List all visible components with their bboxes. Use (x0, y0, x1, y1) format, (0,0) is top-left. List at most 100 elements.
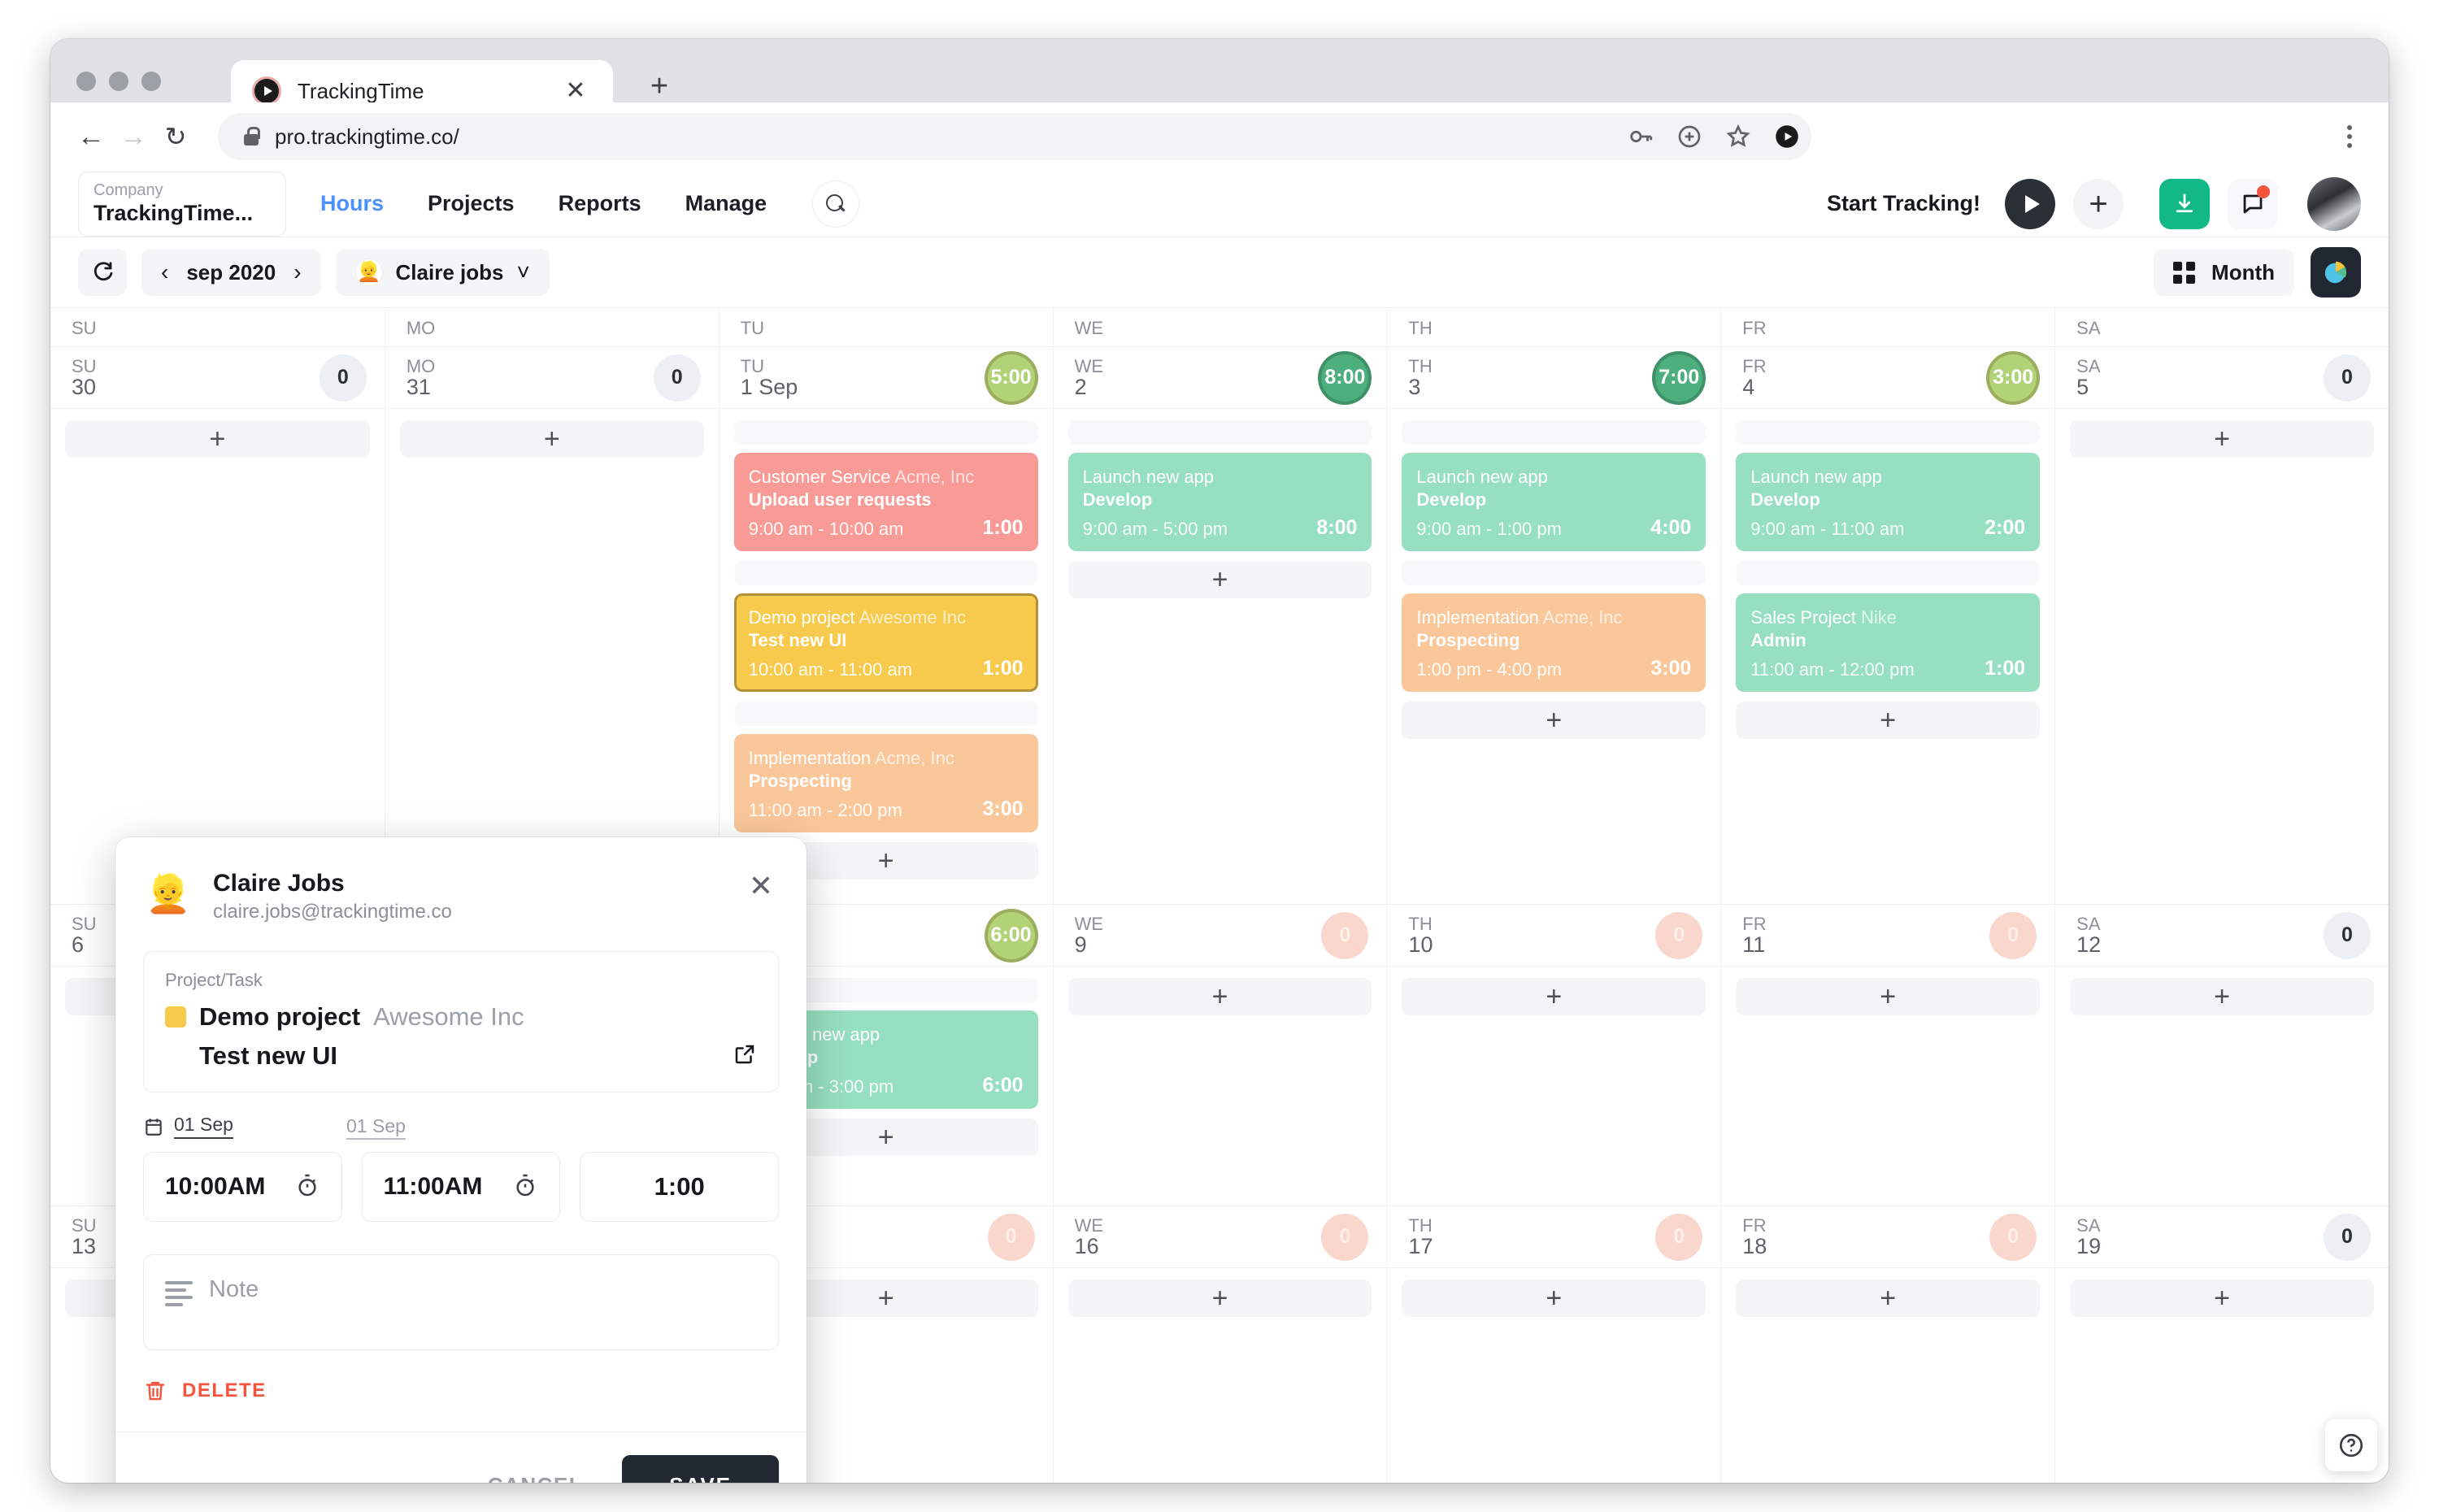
add-entry-button[interactable]: + (65, 420, 370, 458)
add-entry-button[interactable]: + (399, 420, 704, 458)
window-minimize-button[interactable] (109, 72, 128, 91)
save-button[interactable]: SAVE (622, 1455, 779, 1483)
forward-icon[interactable]: → (112, 115, 154, 158)
add-icon[interactable]: + (2073, 178, 2124, 229)
day-number: 5 (2076, 374, 2089, 399)
project-task-selector[interactable]: Project/Task Demo project Awesome Inc Te… (143, 951, 779, 1093)
add-entry-slot[interactable] (733, 702, 1038, 726)
add-entry-slot[interactable] (1067, 420, 1372, 445)
close-icon[interactable]: ✕ (563, 78, 589, 104)
time-entry[interactable]: Launch new app Develop 9:00 am - 11:00 am 2… (1736, 453, 2041, 551)
add-entry-button[interactable]: + (1067, 561, 1372, 598)
play-icon[interactable] (2005, 178, 2055, 229)
calendar-day-cell[interactable]: FR 4 3:00 Launch new app Develop 9:00 am - 11… (1720, 347, 2055, 904)
stopwatch-icon[interactable] (512, 1172, 538, 1202)
import-icon[interactable] (2159, 178, 2210, 229)
add-entry-button[interactable]: + (2070, 1280, 2374, 1317)
add-entry-slot[interactable] (733, 420, 1038, 445)
calendar-day-cell[interactable]: MO 31 0 + (384, 347, 719, 904)
extension-play-icon[interactable] (1763, 113, 1811, 160)
note-input[interactable]: Note (143, 1254, 779, 1350)
calendar-day-cell[interactable]: SA 12 0 + (2054, 905, 2389, 1206)
calendar-day-cell[interactable]: TH 17 0 + (1386, 1206, 1721, 1483)
add-entry-button[interactable]: + (1402, 702, 1706, 739)
duration-input[interactable]: 1:00 (580, 1152, 780, 1222)
reload-icon[interactable]: ↻ (154, 115, 197, 158)
pie-chart-button[interactable] (2311, 247, 2361, 298)
time-entry[interactable]: Launch new app Develop 9:00 am - 1:00 pm 4:… (1402, 453, 1706, 551)
key-icon[interactable] (1616, 113, 1665, 160)
chevron-left-icon[interactable]: ‹ (161, 261, 168, 284)
time-entry[interactable]: Implementation Acme, Inc Prospecting 1:00 … (1402, 593, 1706, 692)
address-bar[interactable]: pro.trackingtime.co/ (218, 113, 1811, 160)
add-entry-slot[interactable] (1736, 420, 2041, 445)
zoom-icon[interactable] (1665, 113, 1714, 160)
end-date-value: 01 Sep (346, 1115, 406, 1140)
calendar-day-cell[interactable]: WE 16 0 + (1052, 1206, 1387, 1483)
add-entry-slot[interactable] (1402, 561, 1706, 585)
avatar[interactable] (2307, 176, 2361, 231)
search-button[interactable] (812, 180, 860, 228)
add-entry-button[interactable]: + (1736, 1280, 2041, 1317)
add-entry-slot[interactable] (1736, 561, 2041, 585)
chevron-right-icon[interactable]: › (293, 261, 301, 284)
stopwatch-icon[interactable] (294, 1172, 320, 1202)
start-time-value: 10:00AM (165, 1173, 266, 1200)
add-entry-slot[interactable] (733, 561, 1038, 585)
help-button[interactable] (2325, 1419, 2377, 1471)
bookmark-star-icon[interactable] (1714, 113, 1763, 160)
end-time-input[interactable]: 11:00AM (361, 1152, 561, 1222)
entry-duration: 6:00 (982, 1074, 1024, 1097)
delete-entry-button[interactable]: DELETE (115, 1350, 806, 1432)
add-entry-button[interactable]: + (1736, 702, 2041, 739)
nav-item-projects[interactable]: Projects (428, 191, 515, 216)
add-entry-button[interactable]: + (1736, 978, 2041, 1015)
nav-item-hours[interactable]: Hours (320, 191, 384, 216)
time-entry[interactable]: Sales Project Nike Admin 11:00 am - 12:00 … (1736, 593, 2041, 692)
nav-item-reports[interactable]: Reports (559, 191, 641, 216)
start-time-input[interactable]: 10:00AM (143, 1152, 342, 1222)
entry-project: Implementation Acme, Inc (748, 748, 954, 768)
time-entry[interactable]: Demo project Awesome Inc Test new UI 10:00… (733, 593, 1038, 692)
calendar-day-cell[interactable]: TU 1 Sep 5:00 Customer Service Acme, Inc Upl… (718, 347, 1053, 904)
add-entry-button[interactable]: + (1402, 978, 1706, 1015)
start-date-picker[interactable]: 01 Sep (143, 1114, 346, 1139)
chevron-down-icon[interactable]: ˅ (516, 261, 529, 284)
date-navigator[interactable]: ‹ sep 2020 › (141, 249, 321, 296)
add-entry-button[interactable]: + (1402, 1280, 1706, 1317)
end-date-picker[interactable]: 01 Sep (346, 1115, 406, 1140)
calendar-day-cell[interactable]: FR 11 0 + (1720, 905, 2055, 1206)
add-entry-button[interactable]: + (1067, 978, 1372, 1015)
close-icon[interactable]: ✕ (743, 868, 779, 904)
calendar-day-cell[interactable]: TH 3 7:00 Launch new app Develop 9:00 am - 1:… (1386, 347, 1721, 904)
add-entry-slot[interactable] (1402, 420, 1706, 445)
calendar-day-cell[interactable]: TH 10 0 + (1386, 905, 1721, 1206)
add-entry-button[interactable]: + (2070, 978, 2374, 1015)
open-external-icon[interactable] (733, 1042, 757, 1071)
back-icon[interactable]: ← (70, 115, 112, 158)
day-body: + (1054, 1268, 1387, 1341)
time-entry[interactable]: Launch new app Develop 9:00 am - 5:00 pm 8:… (1067, 453, 1372, 551)
calendar-day-cell[interactable]: SA 5 0 + (2054, 347, 2389, 904)
browser-menu-icon[interactable] (2332, 119, 2367, 154)
company-selector[interactable]: Company TrackingTime... (78, 171, 286, 237)
window-close-button[interactable] (76, 72, 96, 91)
calendar-day-cell[interactable]: WE 9 0 + (1052, 905, 1387, 1206)
time-entry[interactable]: Implementation Acme, Inc Prospecting 11:00… (733, 734, 1038, 832)
time-entry[interactable]: Customer Service Acme, Inc Upload user re… (733, 453, 1038, 551)
calendar-day-cell[interactable]: SU 30 0 + (50, 347, 385, 904)
refresh-button[interactable] (78, 249, 127, 296)
nav-item-manage[interactable]: Manage (685, 191, 767, 216)
cancel-button[interactable]: CANCEL (473, 1465, 598, 1483)
window-maximize-button[interactable] (141, 72, 161, 91)
calendar-day-cell[interactable]: FR 18 0 + (1720, 1206, 2055, 1483)
calendar-day-cell[interactable]: WE 2 8:00 Launch new app Develop 9:00 am - 5:… (1052, 347, 1387, 904)
add-entry-button[interactable]: + (2070, 420, 2374, 458)
day-dow: WE (1074, 913, 1104, 934)
new-tab-button[interactable]: + (642, 70, 676, 104)
day-dow: SA (2076, 913, 2101, 934)
chat-icon[interactable] (2228, 178, 2278, 229)
view-mode-button[interactable]: Month (2154, 249, 2294, 296)
person-filter[interactable]: 👱 Claire jobs ˅ (335, 249, 550, 296)
add-entry-button[interactable]: + (1067, 1280, 1372, 1317)
